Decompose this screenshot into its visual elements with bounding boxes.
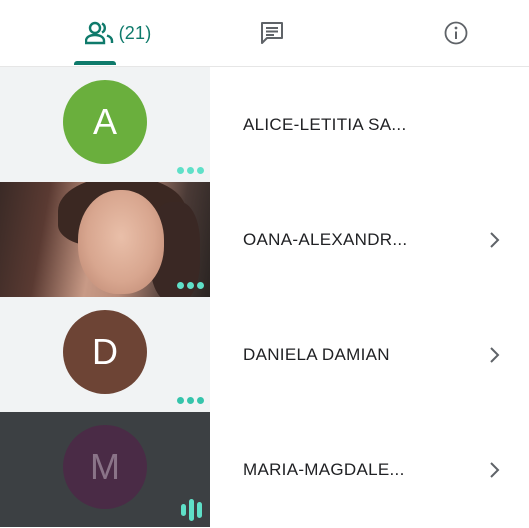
more-options-icon[interactable] <box>177 397 204 404</box>
participant-row[interactable]: M MARIA-MAGDALE... <box>0 412 529 527</box>
tab-people[interactable]: (21) <box>66 0 170 66</box>
people-icon <box>84 21 113 45</box>
participant-tile: A <box>0 67 210 182</box>
tab-bar: (21) <box>0 0 529 67</box>
tab-info[interactable] <box>420 0 492 66</box>
chevron-right-icon[interactable] <box>485 460 505 480</box>
tab-chat[interactable] <box>236 0 308 66</box>
info-icon <box>444 21 468 45</box>
chevron-right-icon[interactable] <box>485 230 505 250</box>
participant-row[interactable]: D DANIELA DAMIAN <box>0 297 529 412</box>
participant-tile: D <box>0 297 210 412</box>
more-options-icon[interactable] <box>177 167 204 174</box>
participant-list: A ALICE-LETITIA SA... OANA-ALEXANDR... D… <box>0 67 529 527</box>
speaking-indicator-icon <box>181 499 202 521</box>
participant-video <box>0 182 210 297</box>
participant-name: ALICE-LETITIA SA... <box>243 114 407 134</box>
avatar: A <box>63 79 147 164</box>
avatar: D <box>63 309 147 394</box>
participant-row[interactable]: OANA-ALEXANDR... <box>0 182 529 297</box>
active-tab-indicator <box>74 61 116 65</box>
chevron-right-icon[interactable] <box>485 345 505 365</box>
participant-count: (21) <box>118 22 152 43</box>
participant-tile: M <box>0 412 210 527</box>
avatar: M <box>63 424 147 509</box>
participant-row[interactable]: A ALICE-LETITIA SA... <box>0 67 529 182</box>
chat-icon <box>261 22 283 44</box>
more-options-icon[interactable] <box>177 282 204 289</box>
